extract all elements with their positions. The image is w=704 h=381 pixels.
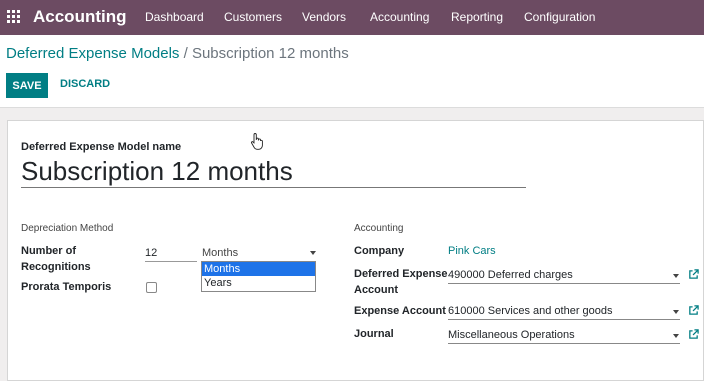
- breadcrumb-separator: /: [183, 45, 188, 62]
- number-of-recognitions-label: Number of Recognitions: [21, 245, 91, 273]
- period-dropdown-list: Months Years: [201, 261, 316, 292]
- prorata-temporis-checkbox[interactable]: [146, 282, 157, 293]
- depreciation-method-title: Depreciation Method: [21, 223, 114, 234]
- discard-button[interactable]: DISCARD: [60, 78, 110, 90]
- caret-down-icon: [310, 251, 316, 255]
- external-link-icon[interactable]: [688, 329, 699, 340]
- menu-dashboard[interactable]: Dashboard: [145, 10, 204, 24]
- deferred-expense-account-label: Deferred Expense Account: [354, 268, 448, 296]
- expense-account-label: Expense Account: [354, 305, 446, 317]
- caret-down-icon: [673, 310, 679, 314]
- breadcrumb: Deferred Expense Models / Subscription 1…: [6, 45, 349, 62]
- menu-configuration[interactable]: Configuration: [524, 10, 595, 24]
- hand-pointer-cursor-icon: [251, 133, 263, 150]
- model-name-input[interactable]: Subscription 12 months: [21, 156, 526, 188]
- external-link-icon[interactable]: [688, 305, 699, 316]
- breadcrumb-parent-link[interactable]: Deferred Expense Models: [6, 45, 179, 62]
- period-option-years[interactable]: Years: [202, 276, 315, 290]
- control-panel: Deferred Expense Models / Subscription 1…: [0, 35, 704, 108]
- prorata-temporis-label: Prorata Temporis: [21, 281, 112, 293]
- breadcrumb-current: Subscription 12 months: [191, 45, 349, 62]
- period-select[interactable]: Months: [202, 245, 322, 262]
- menu-customers[interactable]: Customers: [224, 10, 282, 24]
- company-label: Company: [354, 245, 405, 257]
- top-navbar: Accounting Dashboard Customers Vendors A…: [0, 0, 704, 35]
- recognitions-number-input[interactable]: 12: [145, 245, 197, 262]
- deferred-expense-account-value: 490000 Deferred charges: [448, 269, 573, 281]
- save-button[interactable]: SAVE: [6, 73, 48, 98]
- app-name[interactable]: Accounting: [33, 7, 127, 27]
- model-name-label: Deferred Expense Model name: [21, 141, 182, 153]
- period-select-value: Months: [202, 247, 239, 259]
- expense-account-value: 610000 Services and other goods: [448, 305, 613, 317]
- menu-reporting[interactable]: Reporting: [451, 10, 503, 24]
- external-link-icon[interactable]: [688, 269, 699, 280]
- journal-field[interactable]: Miscellaneous Operations: [448, 327, 680, 344]
- apps-menu-icon[interactable]: [7, 10, 20, 23]
- form-sheet: Deferred Expense Model name Subscription…: [7, 120, 704, 381]
- company-link[interactable]: Pink Cars: [448, 245, 496, 257]
- menu-vendors[interactable]: Vendors: [302, 10, 346, 24]
- caret-down-icon: [673, 274, 679, 278]
- period-option-months[interactable]: Months: [202, 262, 315, 276]
- journal-value: Miscellaneous Operations: [448, 329, 575, 341]
- expense-account-field[interactable]: 610000 Services and other goods: [448, 303, 680, 320]
- accounting-group-title: Accounting: [354, 223, 404, 234]
- caret-down-icon: [673, 334, 679, 338]
- deferred-expense-account-field[interactable]: 490000 Deferred charges: [448, 267, 680, 284]
- menu-accounting[interactable]: Accounting: [370, 10, 429, 24]
- journal-label: Journal: [354, 328, 394, 340]
